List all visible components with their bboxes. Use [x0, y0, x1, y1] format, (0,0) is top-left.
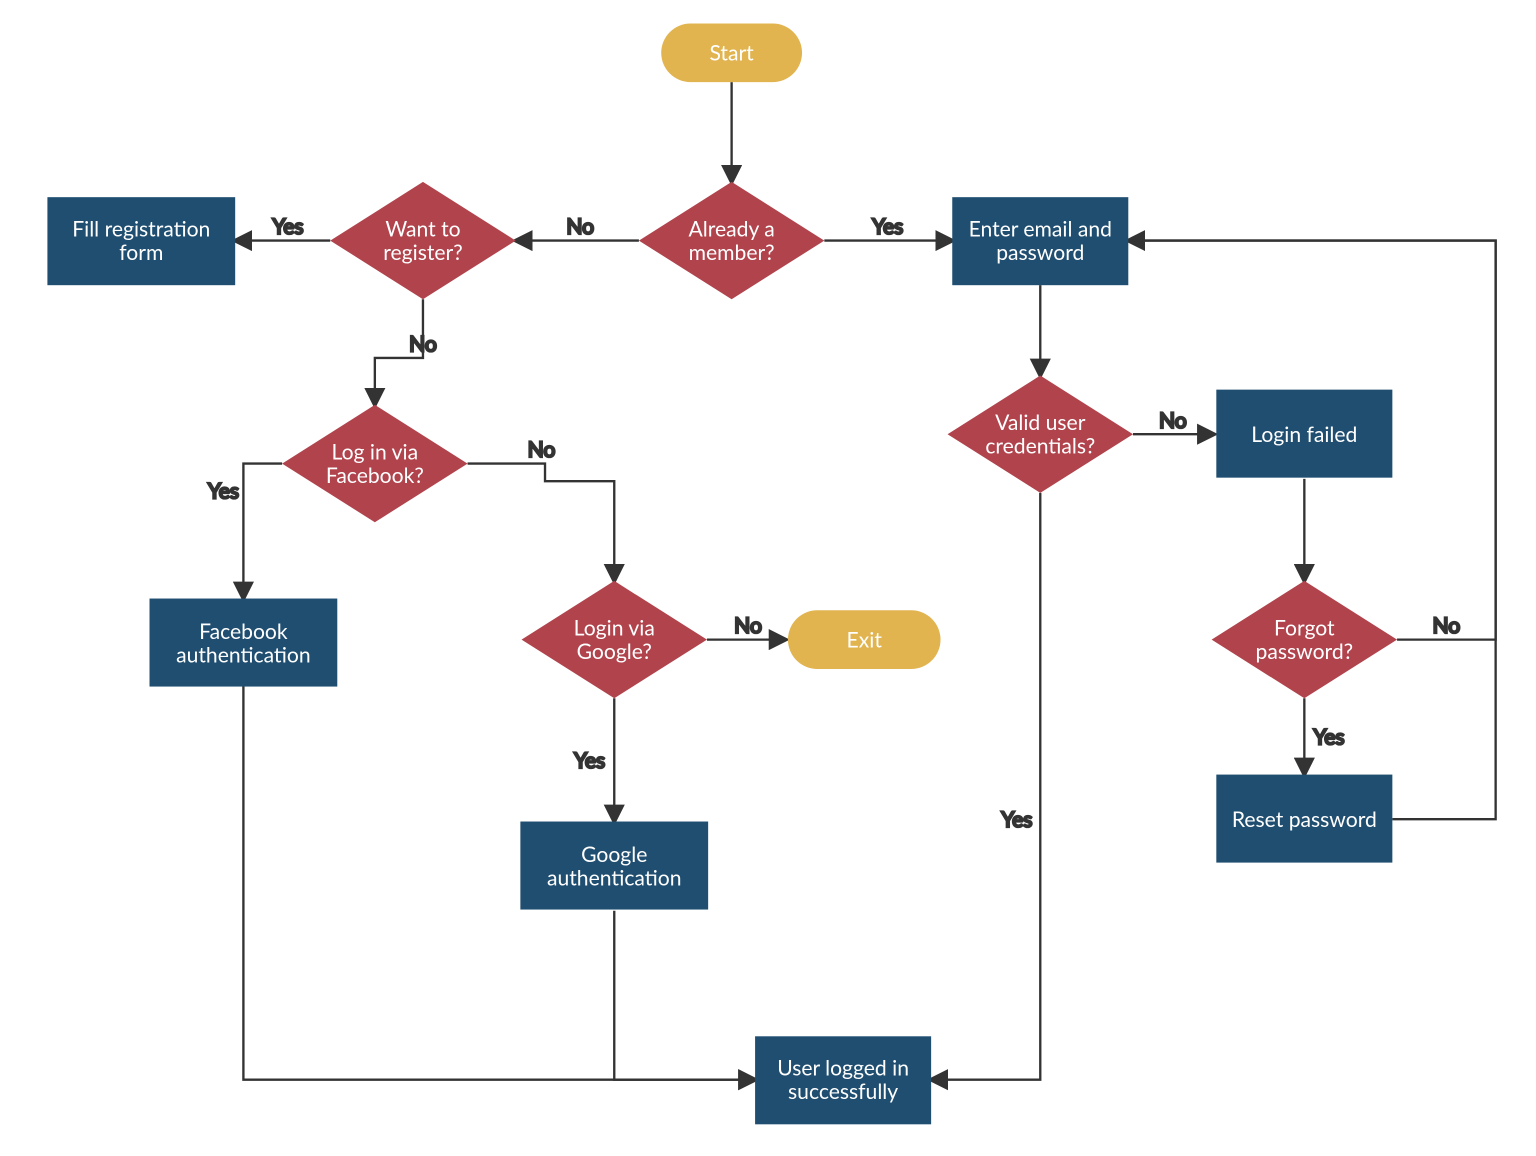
edge-fb-no [468, 464, 615, 581]
label-fill-1: Fill registration [72, 217, 210, 242]
node-login-facebook: Log in via Facebook? [282, 405, 467, 522]
label-email-1: Enter email and [969, 217, 1112, 242]
label-logged-1: User logged in [777, 1056, 909, 1081]
node-google-auth: Google authentication [520, 822, 708, 910]
label-valid-1: Valid user [995, 410, 1086, 435]
label-forgot-2: password? [1256, 639, 1354, 664]
label-forgot-1: Forgot [1274, 616, 1335, 641]
label-fb-no: No [528, 437, 556, 462]
label-google-no: No [734, 613, 762, 638]
node-already-member: Already a member? [639, 182, 824, 299]
label-fbauth-1: Facebook [199, 619, 288, 644]
node-enter-email: Enter email and password [952, 197, 1128, 285]
label-gauth-1: Google [581, 842, 647, 867]
label-forgot-yes: Yes [1313, 725, 1344, 750]
label-register-2: register? [383, 240, 462, 265]
label-member-2: member? [689, 240, 775, 265]
node-want-register: Want to register? [330, 182, 515, 299]
node-login-google: Login via Google? [522, 581, 707, 698]
node-start: Start [661, 23, 802, 82]
label-valid-2: credentials? [985, 434, 1095, 459]
label-exit: Exit [847, 627, 883, 652]
edge-reset-loop [1128, 241, 1495, 820]
node-logged-in: User logged in successfully [755, 1036, 931, 1124]
label-google-2: Google? [577, 639, 652, 664]
label-fill-2: form [119, 240, 163, 265]
node-exit: Exit [788, 610, 941, 669]
node-reset-password: Reset password [1216, 775, 1392, 863]
node-fill-registration: Fill registration form [47, 197, 235, 285]
label-gauth-2: authentication [547, 866, 682, 891]
label-valid-yes: Yes [1001, 807, 1032, 832]
label-fbauth-2: authentication [176, 643, 311, 668]
label-register-no: No [409, 332, 437, 357]
label-google-1: Login via [574, 616, 655, 641]
label-member-yes: Yes [872, 214, 903, 239]
label-register-1: Want to [385, 217, 460, 242]
edge-valid-yes [931, 493, 1040, 1080]
edge-fb-yes [243, 464, 282, 599]
label-valid-no: No [1159, 408, 1187, 433]
node-facebook-auth: Facebook authentication [150, 599, 338, 687]
label-fb-yes: Yes [208, 478, 239, 503]
label-member-no: No [566, 214, 594, 239]
label-fb-1: Log in via [332, 440, 419, 465]
label-forgot-no: No [1432, 613, 1460, 638]
label-logged-2: successfully [788, 1079, 898, 1104]
label-register-yes: Yes [272, 214, 303, 239]
node-valid-credentials: Valid user credentials? [948, 376, 1133, 493]
node-login-failed: Login failed [1216, 390, 1392, 478]
label-email-2: password [996, 240, 1084, 265]
label-fb-2: Facebook? [326, 463, 424, 488]
label-start: Start [709, 41, 754, 66]
label-google-yes: Yes [574, 748, 605, 773]
node-forgot-password: Forgot password? [1212, 581, 1397, 698]
edge-gauth-logged [614, 911, 755, 1080]
label-member-1: Already a [689, 217, 775, 242]
label-reset: Reset password [1232, 807, 1377, 832]
label-failed: Login failed [1251, 422, 1357, 447]
